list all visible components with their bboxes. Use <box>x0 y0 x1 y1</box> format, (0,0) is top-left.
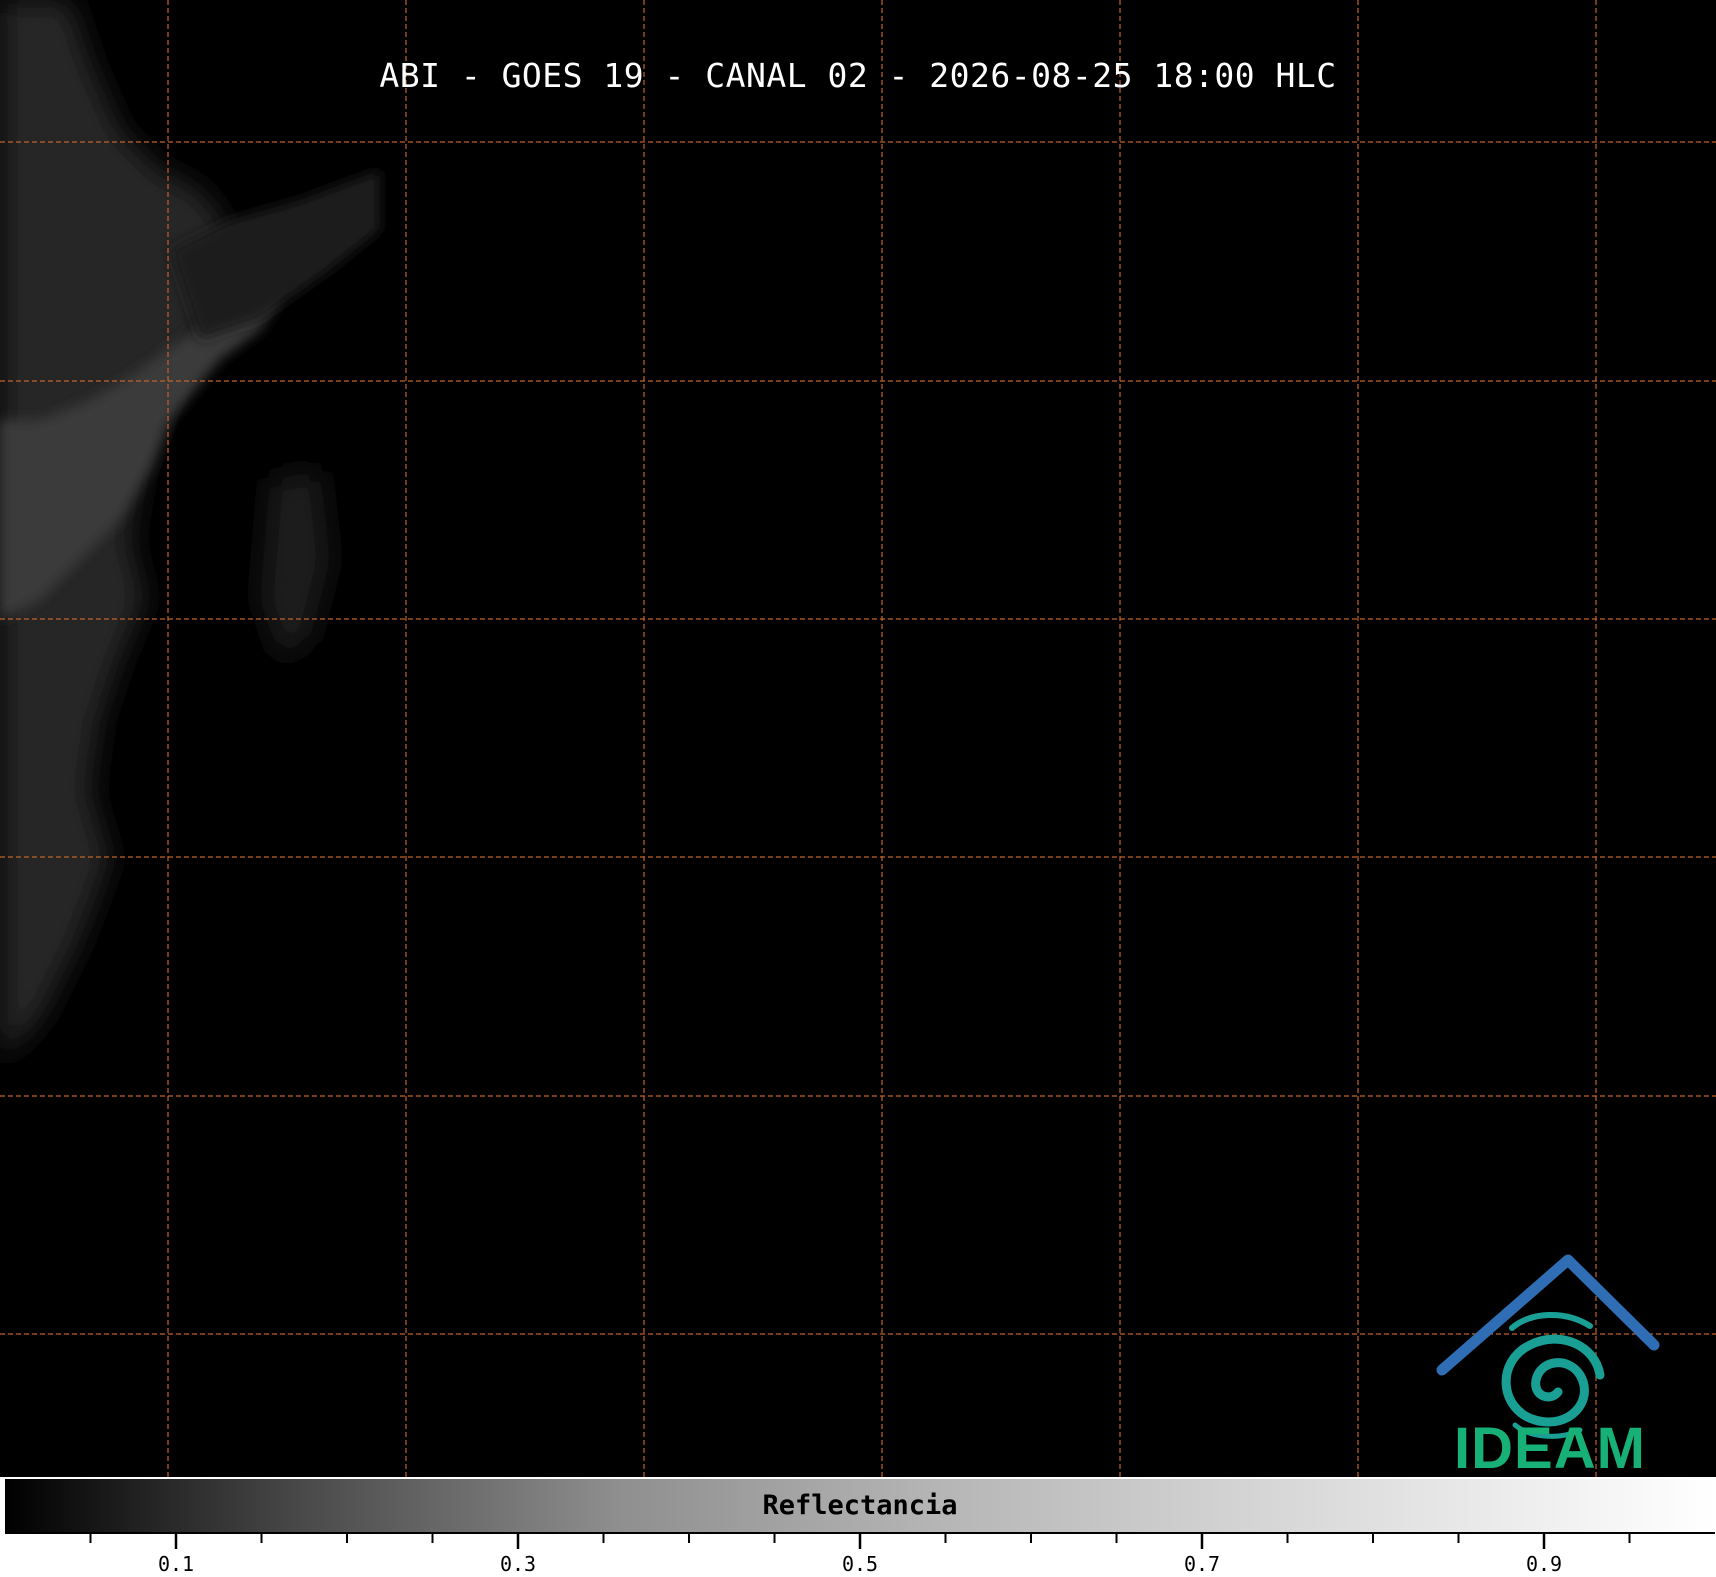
cloud-band <box>0 0 380 1060</box>
colorbar-ticks: 0.1 0.3 0.5 0.7 0.9 <box>89 1533 1631 1576</box>
colorbar-tick-label: 0.7 <box>1184 1552 1220 1576</box>
colorbar-axis: 0.1 0.3 0.5 0.7 0.9 <box>5 1532 1715 1576</box>
cloud-patch-lower <box>260 470 330 660</box>
colorbar-label: Reflectancia <box>762 1490 958 1521</box>
colorbar-tick-label: 0.1 <box>158 1552 194 1576</box>
map-title: ABI - GOES 19 - CANAL 02 - 2026-08-25 18… <box>379 56 1337 95</box>
colorbar-tick-label: 0.3 <box>500 1552 536 1576</box>
colorbar-tick-label: 0.5 <box>842 1552 878 1576</box>
colorbar-tick-label: 0.9 <box>1526 1552 1562 1576</box>
logo-text: IDEAM <box>1454 1416 1646 1477</box>
satellite-map-panel: ABI - GOES 19 - CANAL 02 - 2026-08-25 18… <box>0 0 1716 1477</box>
